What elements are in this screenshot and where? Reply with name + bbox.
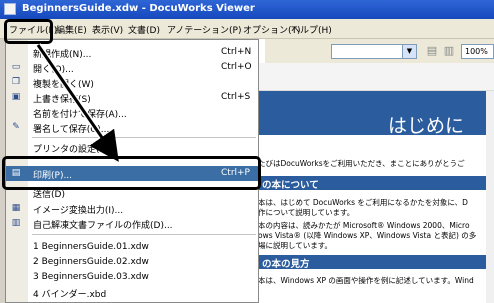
arrow-annotation: [35, 43, 119, 162]
